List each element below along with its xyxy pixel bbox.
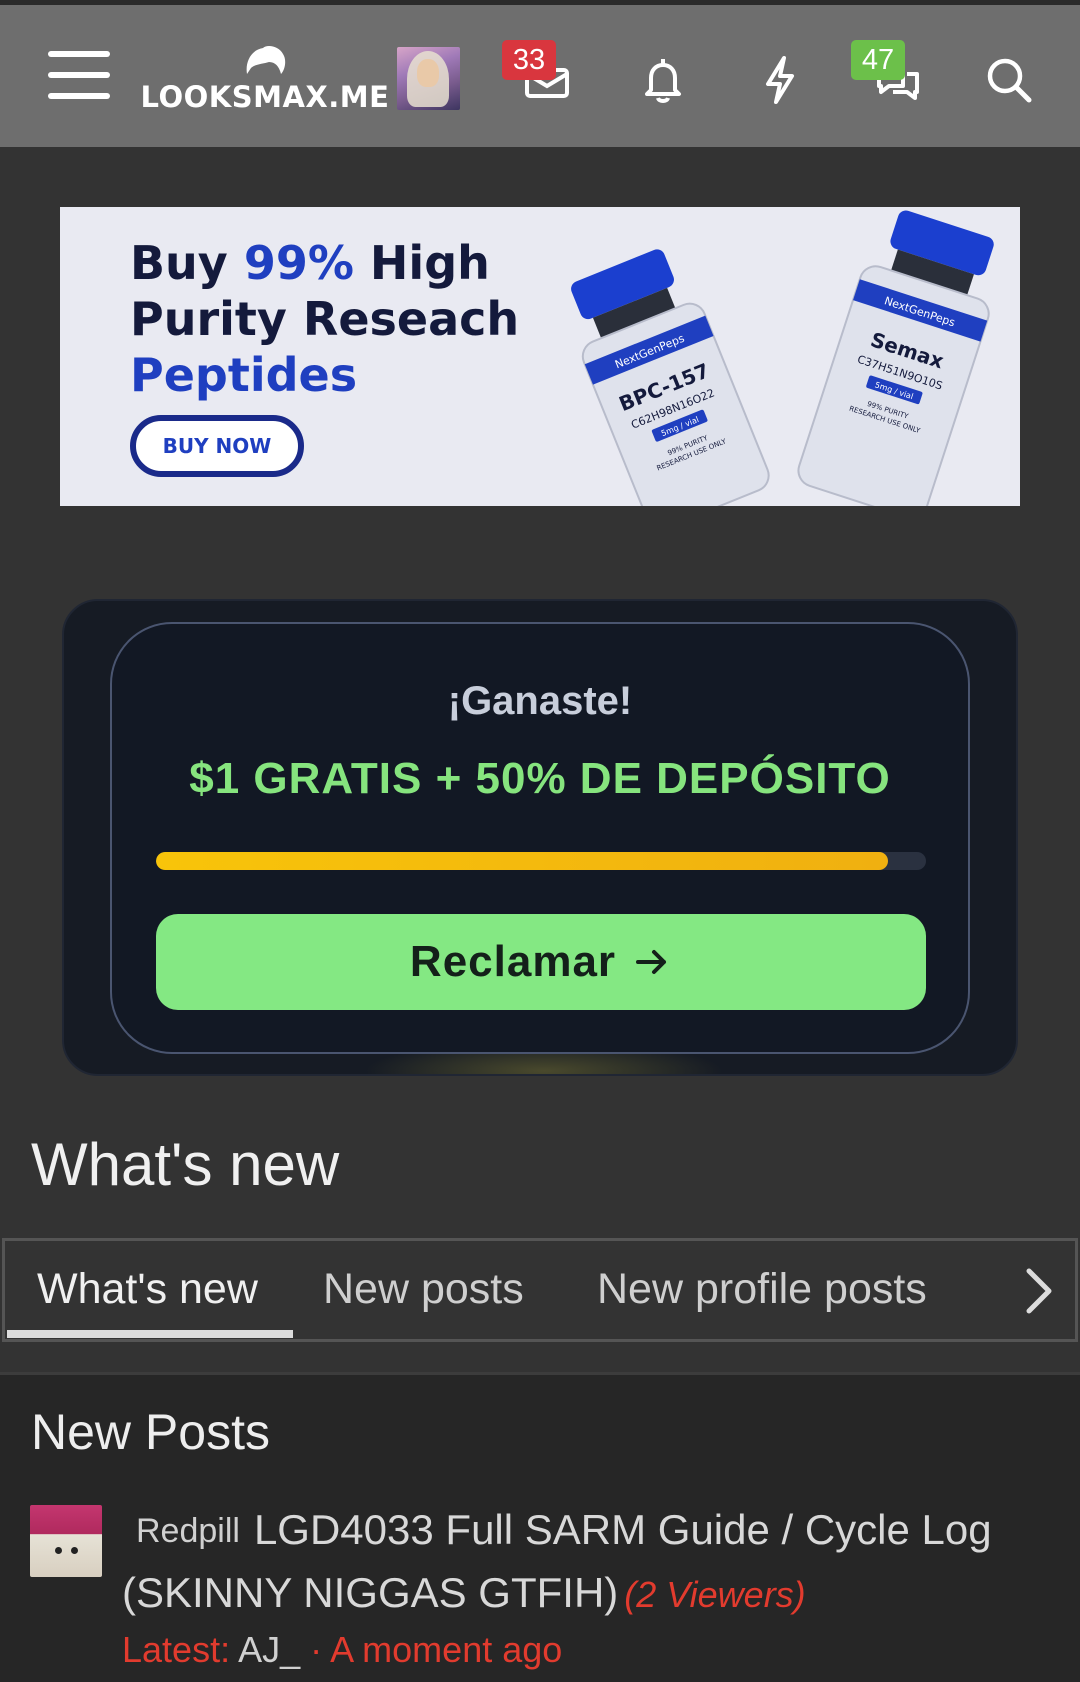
site-logo[interactable]: LOOKSMAX.ME bbox=[141, 39, 389, 119]
promo-inner-panel: ¡Ganaste! $1 GRATIS + 50% DE DEPÓSITO Re… bbox=[110, 622, 970, 1054]
new-posts-section: New Posts Redpill LGD4033 Full SARM Guide… bbox=[0, 1372, 1080, 1682]
progress-fill bbox=[156, 852, 888, 870]
tab-new-posts[interactable]: New posts bbox=[323, 1265, 524, 1314]
thread-prefix[interactable]: Redpill bbox=[136, 1500, 240, 1562]
search-icon[interactable] bbox=[974, 45, 1044, 115]
promo-progress-bar bbox=[156, 852, 926, 870]
semax-vial-image: NextGenPeps Semax C37H51N9O10S 5mg / via… bbox=[797, 210, 994, 506]
arrow-right-icon bbox=[636, 950, 667, 974]
hair-logo-icon bbox=[246, 46, 286, 74]
site-header: LOOKSMAX.ME 33 47 bbox=[0, 5, 1080, 147]
hamburger-icon[interactable] bbox=[44, 45, 114, 105]
promo-title: ¡Ganaste! bbox=[447, 679, 633, 723]
page-title: What's new bbox=[31, 1131, 340, 1198]
bolt-icon[interactable] bbox=[745, 45, 815, 115]
chevron-right-icon[interactable] bbox=[1017, 1263, 1061, 1319]
bpc157-vial-image: NextGenPeps BPC-157 C62H98N16O22 5mg / v… bbox=[571, 249, 770, 506]
post-author-avatar[interactable] bbox=[30, 1505, 102, 1577]
latest-user-link[interactable]: AJ_ bbox=[238, 1629, 300, 1670]
peptides-ad-banner[interactable]: Buy 99% High Purity Reseach Peptides BUY… bbox=[60, 207, 1020, 506]
claim-button[interactable]: Reclamar bbox=[156, 914, 926, 1010]
ad-headline: Buy 99% High Purity Reseach Peptides bbox=[130, 236, 520, 402]
latest-post-info: Latest: AJ_ · A moment ago bbox=[122, 1629, 563, 1670]
inbox-count-badge: 33 bbox=[502, 40, 556, 80]
logo-text: LOOKSMAX.ME bbox=[140, 80, 390, 114]
viewers-count: (2 Viewers) bbox=[624, 1574, 806, 1615]
post-title-link[interactable]: Redpill LGD4033 Full SARM Guide / Cycle L… bbox=[122, 1499, 1052, 1626]
tab-bar: What's new New posts New profile posts bbox=[2, 1238, 1078, 1342]
tab-whats-new[interactable]: What's new bbox=[37, 1265, 258, 1314]
bell-icon[interactable] bbox=[628, 45, 698, 115]
tab-new-profile-posts[interactable]: New profile posts bbox=[597, 1265, 927, 1314]
section-title: New Posts bbox=[31, 1404, 270, 1460]
active-tab-indicator bbox=[7, 1330, 293, 1338]
promo-offer: $1 GRATIS + 50% DE DEPÓSITO bbox=[189, 754, 891, 803]
chats-count-badge: 47 bbox=[851, 40, 905, 80]
user-avatar[interactable] bbox=[397, 47, 460, 110]
buy-now-button[interactable]: BUY NOW bbox=[130, 415, 304, 477]
